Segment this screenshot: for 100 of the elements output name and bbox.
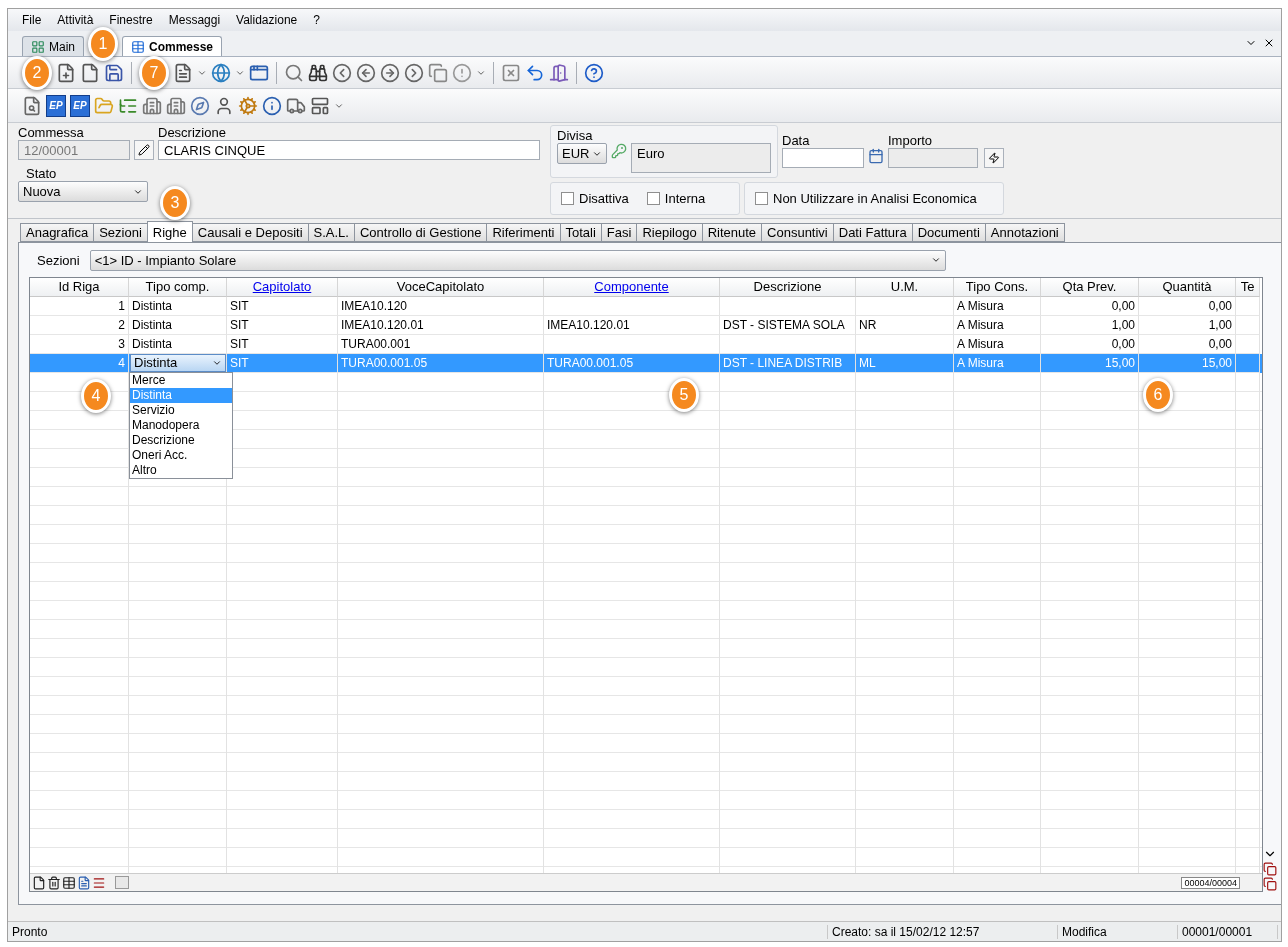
field-label: Descrizione [158,125,227,140]
file-search-icon[interactable] [22,95,42,116]
section-tab[interactable]: Totali [559,223,602,242]
table-cell: 15,00 [1104,356,1135,370]
new-row-icon[interactable] [32,875,46,890]
ep-button[interactable]: EP [70,94,90,117]
document-icon[interactable] [80,62,100,83]
table-row[interactable]: 4 Distinta SIT TURA00.001.05 TURA00.001.05 DST - LINEA DISTRIB ML A Misura 15,00 15,00 [30,354,1262,373]
section-tab[interactable]: Ritenute [701,223,763,242]
section-tab[interactable]: Documenti [911,223,986,242]
currency-name-field: Euro [631,143,771,173]
order-number-field[interactable]: 12/00001 [18,140,130,160]
column-header[interactable]: Tipo Cons. [954,278,1041,297]
menu-item[interactable]: File [14,13,50,27]
menu-item[interactable]: Validazione [228,13,306,27]
alert-icon[interactable] [452,62,472,83]
user-icon[interactable] [214,95,234,116]
section-tab[interactable]: Controllo di Gestione [353,223,488,242]
section-tab[interactable]: Causali e Depositi [191,223,309,242]
ep-button[interactable]: EP [46,94,66,117]
column-header[interactable]: U.M. [856,278,954,297]
lightning-button[interactable] [984,148,1004,168]
copy-icon[interactable] [1263,877,1277,891]
info-icon[interactable] [262,95,282,116]
menu-item[interactable]: Attività [49,13,102,27]
search-icon[interactable] [284,62,304,83]
first-record-icon[interactable] [332,62,352,83]
edit-button[interactable] [134,140,154,160]
undo-icon[interactable] [525,62,545,83]
table-icon[interactable] [62,875,76,890]
date-field[interactable] [782,148,864,168]
help-icon[interactable] [584,62,604,83]
building-icon[interactable] [166,95,186,116]
column-header[interactable]: Capitolato [227,278,338,297]
save-icon[interactable] [104,62,124,83]
section-tab[interactable]: Sezioni [93,223,148,242]
section-tab[interactable]: Consuntivi [761,223,834,242]
status-combo[interactable]: Nuova [18,181,148,202]
table-row[interactable]: 1 Distinta SIT IMEA10.120 A Misura 0,00 0,00 [30,297,1262,316]
column-header[interactable]: Tipo comp. [129,278,227,297]
column-header[interactable]: Id Riga [30,278,129,297]
scrollbar-thumb[interactable] [115,876,129,889]
dropdown-option[interactable]: Merce [130,373,232,388]
status-text: Creato: sa il 15/02/12 12:57 [828,924,1058,939]
next-icon[interactable] [380,62,400,83]
section-tab[interactable]: Riferimenti [486,223,561,242]
dropdown-option[interactable]: Manodopera [130,418,232,433]
section-tab[interactable]: S.A.L. [307,223,355,242]
export-icon[interactable] [77,875,91,890]
table-cell: IMEA10.120 [341,299,408,313]
page-icon[interactable] [173,62,193,83]
section-tab[interactable]: Anagrafica [20,223,95,242]
column-header[interactable]: Qta Prev. [1041,278,1139,297]
table-cell: 1,00 [1208,318,1232,332]
menu-item[interactable]: ? [305,13,328,27]
copy-icon[interactable] [1263,862,1277,876]
close-icon[interactable] [1263,37,1275,49]
copy-icon[interactable] [428,62,448,83]
gear-icon[interactable] [238,95,258,116]
section-tab[interactable]: Annotazioni [984,223,1065,242]
menu-item[interactable]: Messaggi [160,13,229,27]
amount-field[interactable] [888,148,978,168]
compass-icon[interactable] [190,95,210,116]
previous-icon[interactable] [356,62,376,83]
checkbox[interactable] [561,192,574,205]
new-document-icon[interactable] [56,62,76,83]
layout-icon[interactable] [310,95,330,116]
status-text: Pronto [8,924,828,939]
table-row[interactable]: 2 Distinta SIT IMEA10.120.01 IMEA10.120.01 DST - SISTEMA SOLA NR A Misura 1,00 1,00 [30,316,1262,335]
dropdown-option[interactable]: Descrizione [130,433,232,448]
section-combo[interactable]: <1> ID - Impianto Solare [89,249,946,271]
calendar-icon[interactable] [868,148,884,164]
section-tab[interactable]: Riepilogo [636,223,703,242]
trash-icon[interactable] [47,875,61,890]
dropdown-option[interactable]: Altro [130,463,232,478]
section-tab[interactable]: Dati Fattura [832,223,913,242]
door-icon[interactable] [549,62,569,83]
menu-item[interactable]: Finestre [101,13,161,27]
globe-icon[interactable] [211,62,231,83]
delete-icon[interactable] [501,62,521,83]
dropdown-option[interactable]: Oneri Acc. [130,448,232,463]
currency-combo[interactable]: EUR [557,143,607,164]
dropdown-option[interactable]: Servizio [130,403,232,418]
checkbox[interactable] [646,192,660,205]
document-tab[interactable]: Commesse [122,36,223,56]
column-header[interactable]: Te [1236,278,1260,297]
type-combo[interactable]: Distinta [130,354,226,372]
checkbox[interactable] [755,192,768,205]
building-icon[interactable] [142,95,162,116]
binoculars-icon[interactable] [308,62,328,83]
column-header[interactable]: Quantità [1139,278,1236,297]
column-header[interactable]: Descrizione [720,278,856,297]
last-record-icon[interactable] [404,62,424,83]
description-field[interactable]: CLARIS CINQUE [158,140,540,160]
column-header[interactable]: VoceCapitolato [338,278,544,297]
table-cell: 0,00 [1111,337,1135,351]
table-cell: A Misura [957,299,1004,313]
document-tab[interactable]: Main [22,36,84,56]
section-tab[interactable]: Righe [146,221,193,242]
column-header[interactable]: Componente [544,278,720,297]
